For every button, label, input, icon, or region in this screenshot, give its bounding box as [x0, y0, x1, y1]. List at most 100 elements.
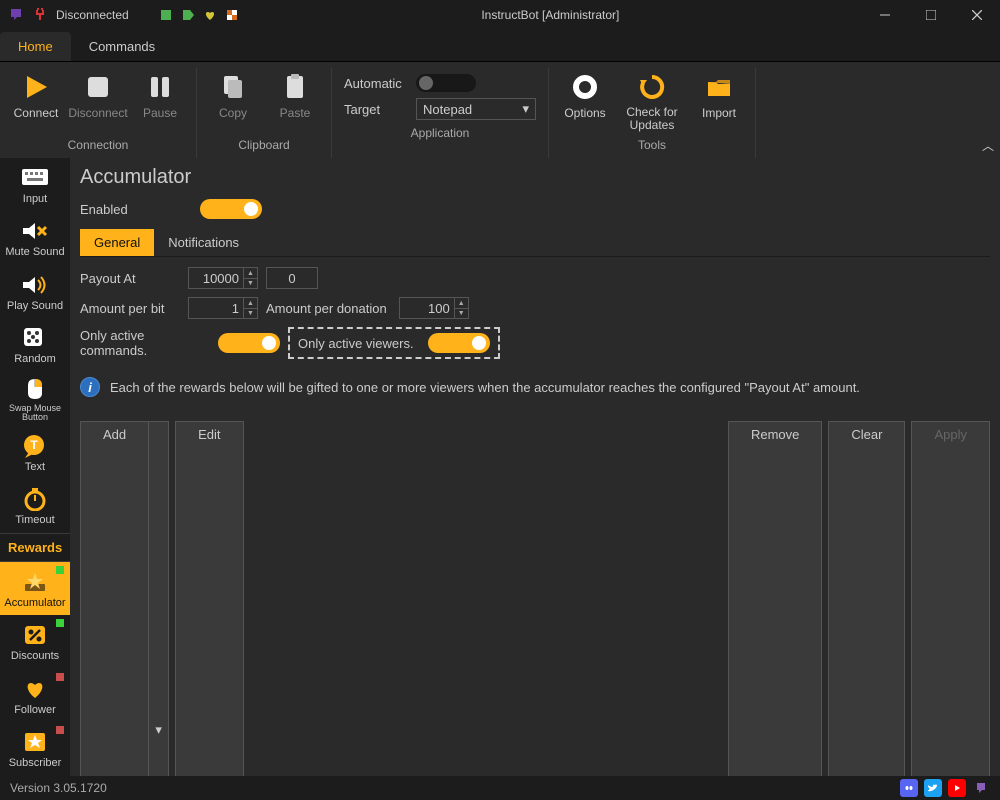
amount-per-donation-label: Amount per donation: [266, 301, 387, 316]
sidenav-item-swap-mouse[interactable]: Swap Mouse Button: [0, 372, 70, 426]
info-text: Each of the rewards below will be gifted…: [110, 380, 860, 395]
amount-per-bit-input[interactable]: ▲▼: [188, 297, 258, 319]
spinner-down[interactable]: ▼: [243, 308, 257, 318]
only-active-commands-toggle[interactable]: [218, 333, 280, 353]
youtube-icon[interactable]: [948, 779, 966, 797]
only-active-viewers-highlight: Only active viewers.: [288, 327, 500, 359]
paste-button[interactable]: Paste: [267, 70, 323, 132]
payout-at-row: Payout At ▲▼: [80, 267, 990, 289]
ribbon-group-application: Automatic Target Notepad ▾ Application: [332, 68, 549, 158]
status-dot: [56, 726, 64, 734]
import-label: Import: [702, 106, 736, 120]
heart-icon[interactable]: [203, 8, 217, 22]
close-button[interactable]: [954, 0, 1000, 30]
spinner-down[interactable]: ▼: [243, 278, 257, 288]
options-button[interactable]: Options: [557, 70, 613, 132]
pause-button[interactable]: Pause: [132, 70, 188, 132]
target-label: Target: [344, 102, 406, 117]
spinner-down[interactable]: ▼: [454, 308, 468, 318]
payout-at-input[interactable]: ▲▼: [188, 267, 258, 289]
sidenav-item-follower[interactable]: Follower: [0, 669, 70, 723]
tag-icon[interactable]: [181, 8, 195, 22]
chevron-down-icon[interactable]: ▾: [149, 421, 169, 776]
amount-per-bit-value[interactable]: [189, 301, 243, 316]
sidenav-item-label: Timeout: [15, 514, 54, 526]
amount-per-donation-input[interactable]: ▲▼: [399, 297, 469, 319]
streamer-icon: [8, 7, 24, 23]
sidenav-item-mute-sound[interactable]: Mute Sound: [0, 212, 70, 266]
copy-button[interactable]: Copy: [205, 70, 261, 132]
mute-icon: [20, 218, 50, 244]
enabled-toggle[interactable]: [200, 199, 262, 219]
sidenav-item-discounts[interactable]: Discounts: [0, 615, 70, 669]
tab-home[interactable]: Home: [0, 32, 71, 61]
tab-bar: Home Commands: [0, 30, 1000, 62]
disconnect-label: Disconnect: [68, 106, 127, 120]
sidenav-item-label: Input: [23, 193, 47, 205]
percent-icon: [20, 622, 50, 648]
options-label: Options: [564, 106, 605, 120]
apply-button[interactable]: Apply: [911, 421, 990, 776]
only-active-viewers-toggle[interactable]: [428, 333, 490, 353]
amount-per-bit-label: Amount per bit: [80, 301, 180, 316]
minimize-button[interactable]: [862, 0, 908, 30]
twitter-icon[interactable]: [924, 779, 942, 797]
connect-button[interactable]: Connect: [8, 70, 64, 132]
sidenav-item-label: Follower: [14, 704, 56, 716]
sidenav-item-random[interactable]: Random: [0, 319, 70, 373]
only-active-viewers-label: Only active viewers.: [298, 336, 414, 351]
spinner-up[interactable]: ▲: [243, 268, 257, 278]
sidenav-item-accumulator[interactable]: Accumulator: [0, 562, 70, 616]
only-active-commands-label: Only active commands.: [80, 328, 210, 358]
sidenav-item-timeout[interactable]: Timeout: [0, 479, 70, 533]
remove-button[interactable]: Remove: [728, 421, 822, 776]
speech-bubble-icon: T: [20, 433, 50, 459]
content-pane: Accumulator Enabled General Notification…: [70, 158, 1000, 776]
payout-at-value-2[interactable]: [267, 271, 317, 286]
import-button[interactable]: Import: [691, 70, 747, 132]
payout-at-label: Payout At: [80, 271, 180, 286]
sidenav-item-subscriber[interactable]: Subscriber: [0, 722, 70, 776]
payout-at-value[interactable]: [189, 271, 243, 286]
subtab-general[interactable]: General: [80, 229, 154, 256]
automatic-toggle[interactable]: [416, 74, 476, 92]
target-select[interactable]: Notepad ▾: [416, 98, 536, 120]
svg-text:T: T: [30, 438, 38, 452]
window-title: InstructBot [Administrator]: [239, 8, 862, 22]
payout-at-input-2[interactable]: [266, 267, 318, 289]
status-dot: [56, 673, 64, 681]
star-icon: [20, 729, 50, 755]
edit-button[interactable]: Edit: [175, 421, 243, 776]
spinner-up[interactable]: ▲: [243, 298, 257, 308]
status-dot: [56, 619, 64, 627]
add-button-label[interactable]: Add: [80, 421, 149, 776]
ribbon-group-label-application: Application: [411, 124, 470, 146]
page-title: Accumulator: [80, 166, 990, 189]
amount-per-donation-value[interactable]: [400, 301, 454, 316]
discord-icon[interactable]: [900, 779, 918, 797]
stopwatch-icon: [20, 486, 50, 512]
tree-icon[interactable]: [159, 8, 173, 22]
sidenav-item-play-sound[interactable]: Play Sound: [0, 265, 70, 319]
main-area: Input Mute Sound Play Sound Random Swap …: [0, 158, 1000, 776]
disconnect-button[interactable]: Disconnect: [70, 70, 126, 132]
app-icon[interactable]: [972, 779, 990, 797]
status-bar: Version 3.05.1720: [0, 776, 1000, 800]
enabled-row: Enabled: [80, 199, 990, 219]
paste-label: Paste: [280, 106, 311, 120]
clear-button[interactable]: Clear: [828, 421, 905, 776]
spinner-up[interactable]: ▲: [454, 298, 468, 308]
sidenav-item-text[interactable]: T Text: [0, 426, 70, 480]
subtab-notifications[interactable]: Notifications: [154, 229, 253, 256]
flag-icon[interactable]: [225, 8, 239, 22]
ribbon-collapse-button[interactable]: ︿: [982, 137, 994, 154]
maximize-button[interactable]: [908, 0, 954, 30]
dice-icon: [20, 325, 50, 351]
check-updates-button[interactable]: Check for Updates: [619, 70, 685, 132]
ribbon-group-label-connection: Connection: [68, 136, 129, 158]
accumulator-icon: [20, 569, 50, 595]
add-button[interactable]: Add ▾: [80, 421, 169, 776]
tab-commands[interactable]: Commands: [71, 32, 173, 61]
sidenav-item-input[interactable]: Input: [0, 158, 70, 212]
heart-icon: [20, 676, 50, 702]
